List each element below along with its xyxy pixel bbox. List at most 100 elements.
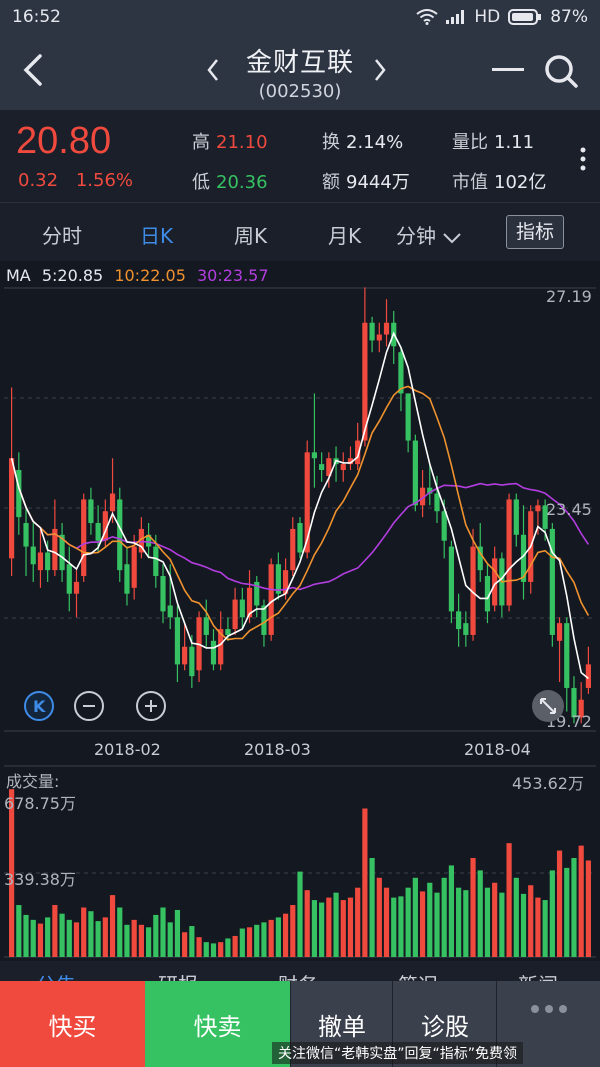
candle-body xyxy=(30,546,36,565)
high-value: 21.10 xyxy=(216,132,268,153)
candle-body xyxy=(441,511,447,541)
volume-bar xyxy=(578,845,584,957)
zoom-in-button[interactable] xyxy=(136,691,166,721)
tab-daily-k[interactable]: 日K xyxy=(140,220,173,249)
volume-bar xyxy=(282,913,289,957)
quote-panel: 20.80 0.32 1.56% 高 21.10 低 20.36 换 2.14% 额9… xyxy=(0,110,600,203)
volume-bar xyxy=(362,808,368,957)
candle-body xyxy=(412,440,418,506)
mktcap-value: 102亿 xyxy=(494,172,547,193)
ma10-value: 10:22.05 xyxy=(114,266,186,285)
volume-bar xyxy=(448,865,455,957)
volume-bar xyxy=(45,917,51,957)
kline-mode-button[interactable]: K xyxy=(24,691,54,721)
candle-body xyxy=(556,623,563,641)
candle-body xyxy=(448,546,455,612)
candle-body xyxy=(319,464,325,471)
candle-body xyxy=(210,640,217,665)
tab-weekly-k[interactable]: 周K xyxy=(234,220,267,249)
vol-ratio-cell: 量比 1.11 xyxy=(452,128,534,154)
turnover-label: 换 xyxy=(322,132,340,153)
volume-bar xyxy=(463,890,469,957)
date-axis-apr: 2018-04 xyxy=(464,740,531,759)
quick-sell-button[interactable]: 快卖 xyxy=(145,981,290,1067)
plus-icon xyxy=(145,700,157,712)
volume-bar xyxy=(427,882,433,957)
volume-bar xyxy=(138,924,144,957)
stock-name: 金财互联 xyxy=(245,48,354,78)
volume-bar xyxy=(398,896,404,957)
volume-bar xyxy=(153,914,159,957)
kline-chart[interactable] xyxy=(0,261,600,981)
candle-body xyxy=(66,564,72,594)
volume-bar xyxy=(182,932,188,957)
search-icon[interactable] xyxy=(542,52,580,90)
back-arrow-icon[interactable] xyxy=(16,50,52,90)
minus-icon xyxy=(83,705,95,707)
volume-bar xyxy=(81,907,87,957)
volume-bar xyxy=(73,922,80,957)
volume-bar xyxy=(59,913,65,957)
next-stock-icon[interactable] xyxy=(372,56,388,84)
tab-monthly-k[interactable]: 月K xyxy=(328,220,361,249)
candle-body xyxy=(153,546,159,577)
candle-body xyxy=(23,523,29,547)
volume-bar xyxy=(52,905,58,957)
volume-bar xyxy=(131,919,137,957)
candle-body xyxy=(225,629,231,635)
status-bar: 16:52 HD 87% xyxy=(0,0,600,34)
volume-bar xyxy=(297,871,303,957)
zoom-out-button[interactable] xyxy=(74,691,104,721)
volume-bar xyxy=(124,924,130,957)
candle-body xyxy=(9,458,15,559)
volume-bar xyxy=(326,897,332,957)
amount-value: 9444万 xyxy=(346,172,410,193)
more-options-icon[interactable] xyxy=(578,146,588,172)
volume-bar xyxy=(506,843,512,957)
volume-bar xyxy=(419,891,426,957)
stock-code: (002530) xyxy=(258,81,342,102)
volume-max-label: 678.75万 xyxy=(4,794,76,813)
candle-body xyxy=(81,499,87,577)
volume-bar xyxy=(470,857,476,957)
tab-minute[interactable]: 分钟 xyxy=(396,220,462,249)
tab-timeshare[interactable]: 分时 xyxy=(42,220,82,249)
candle-body xyxy=(434,493,440,512)
volume-bar xyxy=(174,909,181,957)
candle-body xyxy=(405,393,411,441)
volume-bar xyxy=(275,917,281,957)
volume-bar xyxy=(246,927,253,957)
volume-bar xyxy=(499,892,505,957)
indicator-button[interactable]: 指标 xyxy=(506,215,564,249)
fullscreen-button[interactable] xyxy=(532,690,564,722)
volume-bar xyxy=(311,900,318,957)
volume-bar xyxy=(528,885,534,957)
candle-body xyxy=(160,576,166,612)
volume-bar xyxy=(117,907,123,957)
volume-label: 成交量: xyxy=(6,772,60,791)
candle-body xyxy=(290,528,296,571)
candle-body xyxy=(506,499,512,606)
candle-body xyxy=(174,617,181,665)
volume-bar xyxy=(571,857,577,957)
wifi-icon xyxy=(416,9,438,25)
mktcap-cell: 市值 102亿 xyxy=(452,168,546,194)
ma-legend: MA 5:20.85 10:22.05 30:23.57 xyxy=(6,266,275,285)
volume-bar xyxy=(484,887,491,957)
volume-bar xyxy=(30,919,36,957)
candle-body xyxy=(463,623,469,635)
candle-body xyxy=(268,564,274,635)
candle-body xyxy=(311,452,318,459)
volume-bar xyxy=(564,867,570,957)
date-axis-feb: 2018-02 xyxy=(94,740,161,759)
candle-body xyxy=(88,499,94,524)
candle-body xyxy=(297,523,303,553)
quick-buy-button[interactable]: 快买 xyxy=(0,981,145,1067)
ma5-value: 5:20.85 xyxy=(41,266,104,285)
amount-label: 额 xyxy=(322,172,340,193)
volume-bar xyxy=(369,857,375,957)
candle-body xyxy=(73,581,80,594)
remove-watchlist-icon[interactable] xyxy=(492,68,524,71)
volume-bar xyxy=(290,905,296,957)
status-time: 16:52 xyxy=(12,7,61,27)
